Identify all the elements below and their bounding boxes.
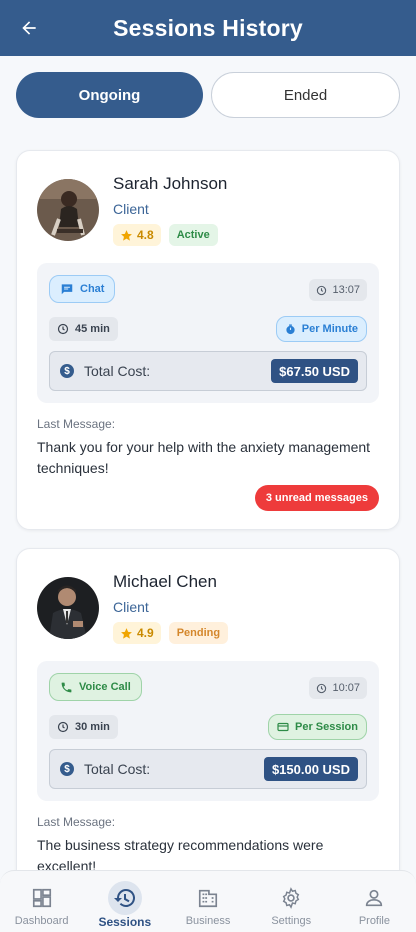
session-type-label: Chat xyxy=(80,283,105,295)
nav-label: Sessions xyxy=(98,915,152,929)
nav-label: Dashboard xyxy=(14,915,69,927)
session-tabs: Ongoing Ended xyxy=(16,72,400,118)
session-type-chip: Voice Call xyxy=(49,673,142,701)
nav-item-settings[interactable]: Settings xyxy=(250,871,333,932)
session-type-chip: Chat xyxy=(49,275,116,303)
nav-label: Settings xyxy=(271,915,312,927)
dashboard-icon xyxy=(25,881,59,915)
session-role: Client xyxy=(113,201,149,217)
badges: 4.9 Pending xyxy=(113,622,229,644)
session-name: Michael Chen xyxy=(113,572,217,591)
dollar-icon: $ xyxy=(60,364,74,378)
arrow-left-icon xyxy=(22,21,36,35)
session-card[interactable]: Sarah Johnson Client 4.8 Active Chat 13:… xyxy=(16,150,400,530)
tab-ongoing[interactable]: Ongoing xyxy=(16,72,203,118)
total-cost-row: $ Total Cost: $150.00 USD xyxy=(49,749,367,789)
bottom-navigation: Dashboard Sessions Business Settings Pro… xyxy=(0,870,416,932)
page-title: Sessions History xyxy=(113,14,303,41)
card-icon xyxy=(277,722,289,732)
session-duration-value: 30 min xyxy=(75,721,110,733)
session-duration: 30 min xyxy=(49,715,118,739)
clock-icon xyxy=(317,683,327,693)
badges: 4.8 Active xyxy=(113,224,218,246)
rate-type-chip: Per Session xyxy=(268,714,367,740)
avatar xyxy=(37,179,99,241)
total-cost-label: Total Cost: xyxy=(84,761,151,777)
status-badge: Active xyxy=(168,224,218,246)
clock-icon xyxy=(57,323,69,335)
nav-label: Profile xyxy=(358,915,390,927)
nav-item-profile[interactable]: Profile xyxy=(333,871,416,932)
clock-icon xyxy=(317,285,327,295)
back-button[interactable] xyxy=(16,15,42,41)
total-cost-value: $150.00 USD xyxy=(263,757,358,781)
nav-item-dashboard[interactable]: Dashboard xyxy=(0,871,83,932)
session-time: 13:07 xyxy=(309,279,367,301)
gear-icon xyxy=(274,881,308,915)
session-duration-value: 45 min xyxy=(75,323,110,335)
rating-value: 4.8 xyxy=(137,228,154,242)
last-message-label: Last Message: xyxy=(37,417,116,431)
session-details: Chat 13:07 45 min Per Minute $ Total Cos… xyxy=(37,263,379,403)
last-message-label: Last Message: xyxy=(37,815,116,829)
rating-badge: 4.8 xyxy=(113,224,161,246)
session-time: 10:07 xyxy=(309,677,367,699)
unread-messages-badge[interactable]: 3 unread messages xyxy=(254,485,379,511)
phone-icon xyxy=(61,682,72,692)
rate-type-chip: Per Minute xyxy=(275,316,367,342)
total-cost-row: $ Total Cost: $67.50 USD xyxy=(49,351,367,391)
nav-item-sessions[interactable]: Sessions xyxy=(83,871,166,932)
rate-type-label: Per Minute xyxy=(301,323,358,335)
clock-icon xyxy=(57,721,69,733)
star-icon xyxy=(121,627,132,639)
total-cost-label: Total Cost: xyxy=(84,363,151,379)
star-icon xyxy=(121,229,132,241)
last-message-text: Thank you for your help with the anxiety… xyxy=(37,439,371,476)
rate-type-label: Per Session xyxy=(295,721,358,733)
total-cost-value: $67.50 USD xyxy=(271,359,358,383)
history-icon xyxy=(107,881,142,915)
business-icon xyxy=(191,881,225,915)
session-role: Client xyxy=(113,599,149,615)
session-time-value: 10:07 xyxy=(332,682,360,694)
avatar xyxy=(37,577,99,639)
nav-item-business[interactable]: Business xyxy=(166,871,249,932)
person-icon xyxy=(357,881,391,915)
session-time-value: 13:07 xyxy=(332,284,360,296)
rating-value: 4.9 xyxy=(137,626,154,640)
status-badge: Pending xyxy=(168,622,229,644)
rating-badge: 4.9 xyxy=(113,622,161,644)
dollar-icon: $ xyxy=(60,762,74,776)
tab-ended[interactable]: Ended xyxy=(211,72,400,118)
session-duration: 45 min xyxy=(49,317,118,341)
session-card[interactable]: Michael Chen Client 4.9 Pending Voice Ca… xyxy=(16,548,400,908)
session-type-label: Voice Call xyxy=(79,681,131,693)
nav-label: Business xyxy=(185,915,231,927)
session-name: Sarah Johnson xyxy=(113,174,228,193)
chat-icon xyxy=(61,284,73,295)
timer-icon xyxy=(286,323,295,334)
session-details: Voice Call 10:07 30 min Per Session $ To… xyxy=(37,661,379,801)
app-bar: Sessions History xyxy=(0,0,416,56)
